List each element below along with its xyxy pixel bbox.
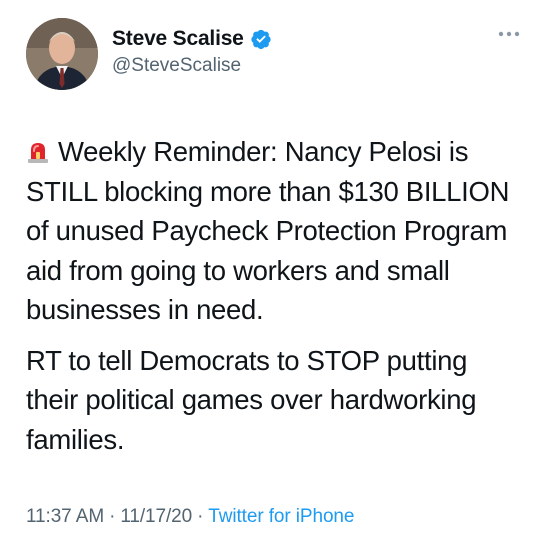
tweet-paragraph-2: RT to tell Democrats to STOP putting the… <box>26 344 477 455</box>
author-handle[interactable]: @SteveScalise <box>112 55 272 77</box>
tweet-metadata: 11:37 AM · 11/17/20 · Twitter for iPhone <box>26 506 354 528</box>
author-display-name[interactable]: Steve Scalise <box>112 27 244 51</box>
avatar[interactable] <box>26 18 98 90</box>
meta-separator: · <box>197 506 204 527</box>
police-car-light-icon <box>26 140 50 164</box>
name-row: Steve Scalise <box>112 27 272 51</box>
author-identity: Steve Scalise @SteveScalise <box>112 27 272 77</box>
tweet-text: Weekly Reminder: Nancy Pelosi is STILL b… <box>26 132 522 459</box>
avatar-image <box>26 18 98 90</box>
tweet-header: Steve Scalise @SteveScalise <box>26 18 522 90</box>
more-options-icon[interactable] <box>498 30 520 38</box>
tweet-time[interactable]: 11:37 AM <box>26 506 104 527</box>
tweet-source-link[interactable]: Twitter for iPhone <box>208 506 354 527</box>
tweet-paragraph-1: Weekly Reminder: Nancy Pelosi is STILL b… <box>26 132 522 330</box>
meta-separator: · <box>109 506 116 527</box>
tweet-card: Steve Scalise @SteveScalise Weekly Remin… <box>0 0 548 550</box>
verified-badge-icon <box>250 28 272 50</box>
tweet-paragraph-1-text: Weekly Reminder: Nancy Pelosi is STILL b… <box>26 136 510 325</box>
tweet-date[interactable]: 11/17/20 <box>120 506 192 527</box>
